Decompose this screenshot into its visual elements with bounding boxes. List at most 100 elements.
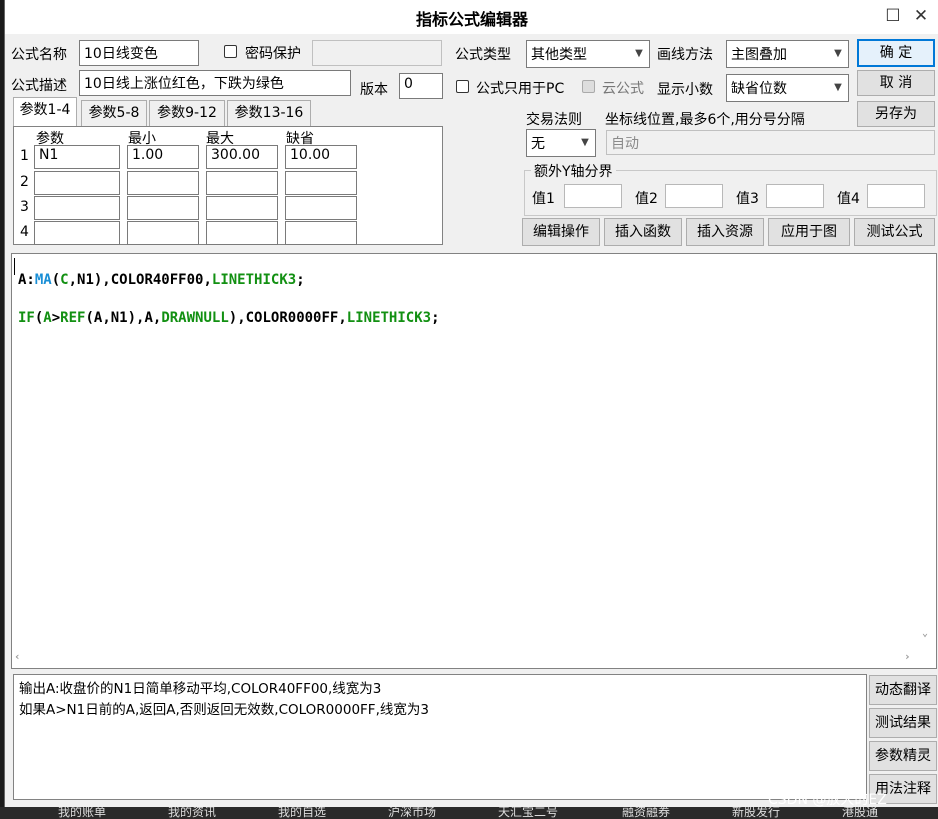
param-min-input[interactable] [127,196,199,220]
code-token: ; [296,272,305,288]
chevron-down-icon: ▼ [834,82,842,93]
code-token: REF [60,310,86,326]
code-token: ),COLOR0000FF, [228,310,347,326]
taskbar-item[interactable]: 我的自选 [278,807,326,819]
param-name-input[interactable] [34,221,120,245]
scroll-right-icon[interactable]: › [904,650,911,663]
edit-ops-button[interactable]: 编辑操作 [522,218,600,246]
version-label: 版本 [360,82,388,98]
formula-editor-window: 指标公式编辑器 ☐ ✕ 公式名称 10日线变色 密码保护 公式类型 其他类型 ▼… [4,0,938,807]
pc-only-checkbox[interactable] [456,80,469,93]
param-name-input[interactable] [34,196,120,220]
version-input[interactable]: 0 [399,73,443,99]
tab-params-1-4[interactable]: 参数1-4 [13,97,77,127]
formula-type-select[interactable]: 其他类型 ▼ [526,40,650,68]
close-button[interactable]: ✕ [909,6,933,26]
param-default-input[interactable] [285,171,357,195]
param-max-input[interactable] [206,221,278,245]
window-title: 指标公式编辑器 [415,10,528,29]
test-formula-button[interactable]: 测试公式 [854,218,935,246]
taskbar-item[interactable]: 沪深市场 [388,807,436,819]
y-value1-input[interactable] [564,184,622,208]
insert-resource-button[interactable]: 插入资源 [686,218,764,246]
trade-rule-label: 交易法则 [526,112,582,128]
y-value4-label: 值4 [837,191,860,207]
cloud-label: 云公式 [602,81,644,97]
param-min-input[interactable] [127,171,199,195]
param-wizard-button[interactable]: 参数精灵 [869,741,937,771]
draw-method-label: 画线方法 [657,47,713,63]
code-token: LINETHICK3 [211,272,297,288]
coords-label: 坐标线位置,最多6个,用分号分隔 [605,112,805,128]
y-value3-label: 值3 [736,191,759,207]
code-token: (A,N1),A, [85,310,162,326]
ok-button[interactable]: 确 定 [857,39,935,67]
y-value3-input[interactable] [766,184,824,208]
decimals-label: 显示小数 [657,82,713,98]
maximize-button[interactable]: ☐ [881,6,905,26]
y-value2-label: 值2 [635,191,658,207]
code-token: DRAWNULL [161,310,229,326]
apply-to-chart-button[interactable]: 应用于图 [768,218,850,246]
y-axis-title: 额外Y轴分界 [531,161,616,181]
code-token: A: [18,272,35,288]
save-as-button[interactable]: 另存为 [857,101,935,127]
formula-type-value: 其他类型 [531,47,587,63]
param-default-input[interactable] [285,221,357,245]
insert-function-button[interactable]: 插入函数 [604,218,682,246]
param-min-input[interactable] [127,221,199,245]
param-max-input[interactable] [206,171,278,195]
param-min-input[interactable]: 1.00 [127,145,199,169]
decimals-value: 缺省位数 [731,81,787,97]
csdn-watermark: CSDN @放大的EZ [768,792,887,808]
password-checkbox[interactable] [224,45,237,58]
desc-line-2: 如果A>N1日前的A,返回A,否则返回无效数,COLOR0000FF,线宽为3 [19,702,429,718]
param-max-input[interactable] [206,196,278,220]
horizontal-scrollbar[interactable]: ‹ › [14,650,914,666]
param-row-num: 2 [20,174,29,190]
tab-params-9-12[interactable]: 参数9-12 [149,100,225,126]
param-name-input[interactable]: N1 [34,145,120,169]
password-input[interactable] [312,40,442,66]
param-row-num: 1 [20,148,29,164]
y-value2-input[interactable] [665,184,723,208]
text-cursor [14,258,15,275]
y-value4-input[interactable] [867,184,925,208]
draw-method-select[interactable]: 主图叠加 ▼ [726,40,849,68]
code-token: ( [51,272,61,288]
code-token: > [51,310,61,326]
chevron-down-icon: ▼ [635,48,643,59]
cancel-button[interactable]: 取 消 [857,70,935,96]
test-result-button[interactable]: 测试结果 [869,708,937,738]
scroll-left-icon[interactable]: ‹ [14,650,21,663]
trade-rule-select[interactable]: 无 ▼ [526,129,596,157]
coords-input[interactable]: 自动 [606,130,935,155]
chevron-down-icon: ▼ [834,48,842,59]
y-value1-label: 值1 [532,191,555,207]
pc-only-label: 公式只用于PC [476,81,565,97]
taskbar-item[interactable]: 融资融券 [622,807,670,819]
tab-params-5-8[interactable]: 参数5-8 [81,100,147,126]
code-token: MA [34,272,52,288]
taskbar-item[interactable]: 我的账单 [58,807,106,819]
scroll-down-icon[interactable]: ⌄ [922,628,928,639]
param-name-input[interactable] [34,171,120,195]
param-default-input[interactable]: 10.00 [285,145,357,169]
tab-params-13-16[interactable]: 参数13-16 [227,100,311,126]
decimals-select[interactable]: 缺省位数 ▼ [726,74,849,102]
formula-desc-input[interactable]: 10日线上涨位红色，下跌为绿色 [79,70,351,96]
dynamic-translate-button[interactable]: 动态翻译 [869,675,937,705]
formula-name-input[interactable]: 10日线变色 [79,40,199,66]
code-editor[interactable]: A:MA(C,N1),COLOR40FF00,LINETHICK3; IF(A>… [11,253,937,669]
chevron-down-icon: ▼ [581,137,589,148]
taskbar-item[interactable]: 天汇宝二号 [498,807,558,819]
cloud-checkbox[interactable] [582,80,595,93]
formula-desc-label: 公式描述 [11,78,67,94]
taskbar-item[interactable]: 我的资讯 [168,807,216,819]
param-default-input[interactable] [285,196,357,220]
param-max-input[interactable]: 300.00 [206,145,278,169]
desc-line-1: 输出A:收盘价的N1日简单移动平均,COLOR40FF00,线宽为3 [19,681,382,697]
param-row-num: 3 [20,199,29,215]
param-row-num: 4 [20,224,29,240]
formula-description: 输出A:收盘价的N1日简单移动平均,COLOR40FF00,线宽为3 如果A>N… [13,674,867,800]
